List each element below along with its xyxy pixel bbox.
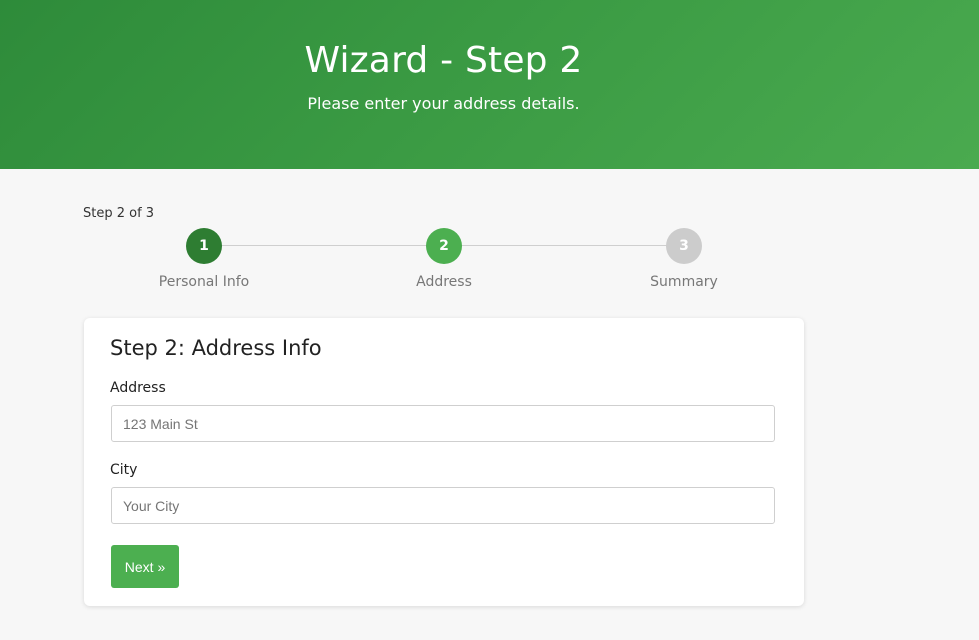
address-form-card: Step 2: Address Info Address City Next »: [84, 318, 804, 606]
step-summary: 3 Summary: [614, 228, 754, 290]
city-input[interactable]: [111, 487, 775, 524]
step-label-personal-info: Personal Info: [158, 274, 250, 290]
step-indicator-3: 3: [666, 228, 702, 264]
step-label-summary: Summary: [650, 274, 718, 290]
page-subtitle: Please enter your address details.: [307, 94, 580, 113]
step-address: 2 Address: [374, 228, 514, 290]
city-label: City: [110, 462, 138, 478]
form-title: Step 2: Address Info: [110, 336, 322, 360]
step-indicator-2: 2: [426, 228, 462, 264]
next-button[interactable]: Next »: [111, 545, 179, 588]
address-input[interactable]: [111, 405, 775, 442]
page-title: Wizard - Step 2: [304, 40, 583, 81]
hero-banner: Wizard - Step 2 Please enter your addres…: [0, 0, 979, 169]
step-personal-info: 1 Personal Info: [134, 228, 274, 290]
wizard-progress: 1 Personal Info 2 Address 3 Summary: [84, 228, 804, 292]
address-label: Address: [110, 380, 166, 396]
step-indicator-1: 1: [186, 228, 222, 264]
step-label-address: Address: [416, 274, 472, 290]
step-counter: Step 2 of 3: [83, 206, 155, 221]
